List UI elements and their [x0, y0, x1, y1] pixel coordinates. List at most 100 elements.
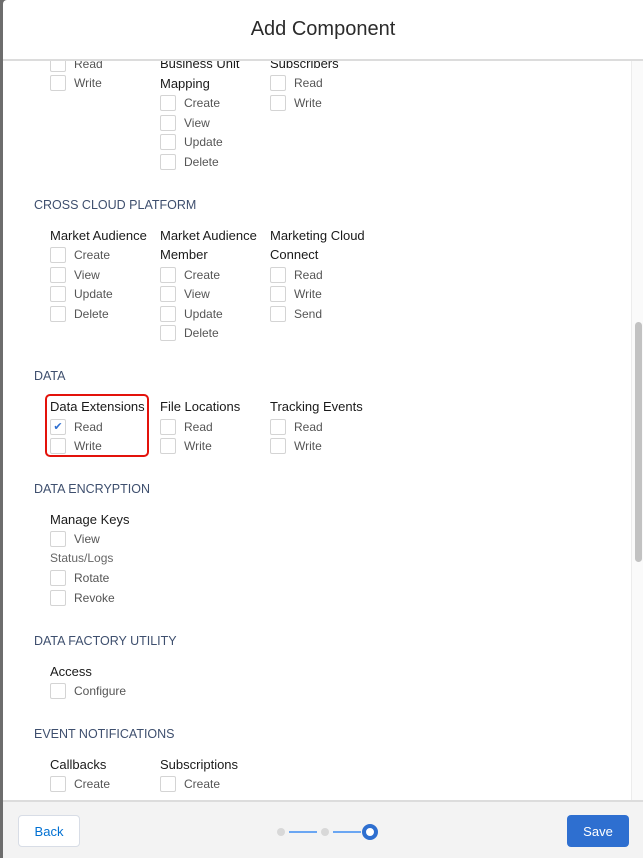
checkbox[interactable]	[50, 266, 66, 283]
permission-checkbox-row[interactable]: Write	[160, 436, 270, 456]
permission-group: Market Audience Create View Update Delete	[50, 226, 160, 344]
group-heading: Callbacks	[50, 757, 107, 773]
checkbox-label: Configure	[74, 684, 127, 699]
checkbox[interactable]	[270, 75, 286, 92]
checkbox[interactable]	[50, 305, 66, 322]
permission-checkbox-row[interactable]: Create	[50, 245, 160, 265]
permission-checkbox-row[interactable]: View	[50, 265, 160, 285]
permission-section: Data Encryption Manage Keys View Status/Log…	[3, 479, 631, 608]
scrollbar[interactable]	[631, 61, 643, 800]
checkbox[interactable]	[50, 61, 66, 72]
checkbox[interactable]	[270, 418, 286, 435]
permission-checkbox-row[interactable]: Read	[50, 61, 160, 74]
permission-checkbox-row[interactable]: Revoke	[50, 588, 160, 608]
permission-checkbox-row[interactable]: View	[50, 530, 160, 550]
permission-group: Subscriptions Create	[160, 755, 270, 794]
permission-checkbox-row[interactable]: Write	[270, 436, 380, 456]
checkbox[interactable]	[50, 531, 66, 548]
permission-group: Manage Keys View Status/Logs Rotate Revoke	[50, 510, 160, 608]
checkbox-label: Write	[184, 439, 212, 454]
permission-checkbox-row[interactable]: Rotate	[50, 569, 160, 589]
checkbox[interactable]	[160, 134, 176, 151]
permission-checkbox-row[interactable]: Create	[160, 265, 270, 285]
checkbox[interactable]	[160, 325, 176, 342]
permission-groups: Market Audience Create View Update Delete Mar…	[3, 226, 631, 344]
permission-checkbox-row[interactable]: Configure	[50, 681, 160, 701]
checkbox[interactable]	[160, 305, 176, 322]
section-title: Event Notifications	[34, 727, 175, 742]
checkbox-label: Create	[184, 267, 221, 282]
checkbox-label: Delete	[74, 306, 109, 321]
permission-checkbox-row[interactable]: View	[160, 113, 270, 133]
permission-group: Tracking Events Read Write	[270, 397, 380, 456]
checkbox[interactable]	[160, 266, 176, 283]
checkbox-label: Read	[294, 419, 323, 434]
permission-checkbox-row[interactable]: Write	[270, 93, 380, 113]
scrollbar-thumb[interactable]	[635, 322, 642, 562]
permission-group: Access Configure	[50, 662, 160, 701]
permission-checkbox-row[interactable]: Delete	[160, 324, 270, 344]
checkbox[interactable]	[50, 570, 66, 587]
checkbox-label: View	[74, 532, 100, 547]
permission-checkbox-row[interactable]: Write	[270, 284, 380, 304]
checkbox[interactable]	[50, 286, 66, 303]
group-heading: Connect	[270, 247, 319, 263]
permission-group: Market Audience Member Create View Update Del…	[160, 226, 270, 344]
checkbox[interactable]	[270, 266, 286, 283]
step-1-indicator	[277, 828, 285, 836]
checkbox[interactable]	[270, 305, 286, 322]
checkbox-label: Delete	[184, 326, 219, 341]
checkbox-label: Read	[74, 61, 103, 71]
checkbox[interactable]	[160, 438, 176, 455]
permission-checkbox-row[interactable]: Create	[160, 775, 270, 795]
permission-checkbox-row[interactable]: View	[160, 284, 270, 304]
permission-checkbox-row[interactable]: Create	[160, 93, 270, 113]
back-button[interactable]: Back	[18, 815, 80, 847]
checkbox[interactable]	[160, 153, 176, 170]
permission-checkbox-row[interactable]: Read	[160, 417, 270, 437]
permission-checkbox-row[interactable]: Update	[160, 132, 270, 152]
checkbox[interactable]	[160, 114, 176, 131]
checkbox[interactable]	[160, 776, 176, 793]
permission-groups: Read Write Business Unit Mapping Create View U…	[3, 61, 631, 172]
checkbox[interactable]	[50, 75, 66, 92]
group-heading: Market Audience	[50, 227, 147, 243]
permission-checkbox-row[interactable]: Send	[270, 304, 380, 324]
permission-checkbox-row[interactable]: Read	[270, 417, 380, 437]
checkbox[interactable]	[160, 94, 176, 111]
permission-checkbox-row[interactable]: Delete	[160, 152, 270, 172]
group-heading: Access	[50, 663, 92, 679]
checkbox-label: Read	[294, 267, 323, 282]
permission-checkbox-row[interactable]: Update	[160, 304, 270, 324]
step-3-indicator-current	[362, 824, 378, 840]
permission-group: Business Unit Mapping Create View Update Dele…	[160, 61, 270, 172]
modal-footer: Back Save	[3, 800, 643, 858]
permission-checkbox-row[interactable]: Create	[50, 775, 160, 795]
step-connector	[333, 831, 361, 833]
section-title: Data	[34, 369, 66, 384]
checkbox[interactable]	[160, 418, 176, 435]
checkbox-label: Revoke	[74, 591, 115, 606]
permission-checkbox-row[interactable]: Delete	[50, 304, 160, 324]
checkbox[interactable]	[50, 683, 66, 700]
group-heading: Market Audience	[160, 227, 257, 243]
checkbox[interactable]	[270, 286, 286, 303]
permission-section: Event Notifications Callbacks Create Subscr…	[3, 724, 631, 794]
checkbox-label: Read	[184, 419, 213, 434]
checkbox[interactable]	[160, 286, 176, 303]
permission-checkbox-row[interactable]: Read	[270, 265, 380, 285]
checkbox[interactable]	[50, 590, 66, 607]
permission-checkbox-row[interactable]: Update	[50, 284, 160, 304]
permission-checkbox-row[interactable]: Write	[50, 74, 160, 94]
checkbox[interactable]	[270, 94, 286, 111]
permission-checkbox-row[interactable]: Read	[270, 74, 380, 94]
checkbox-label: Create	[74, 777, 111, 792]
subgroup-label: Status/Logs	[50, 551, 114, 566]
checkbox[interactable]	[50, 776, 66, 793]
checkbox[interactable]	[270, 438, 286, 455]
save-button[interactable]: Save	[567, 815, 629, 847]
checkbox-label: Write	[294, 95, 322, 110]
checkbox[interactable]	[50, 246, 66, 263]
permission-group: Callbacks Create	[50, 755, 160, 794]
permission-section: Data Data Extensions ✔ Read Write File Locati…	[3, 366, 631, 458]
